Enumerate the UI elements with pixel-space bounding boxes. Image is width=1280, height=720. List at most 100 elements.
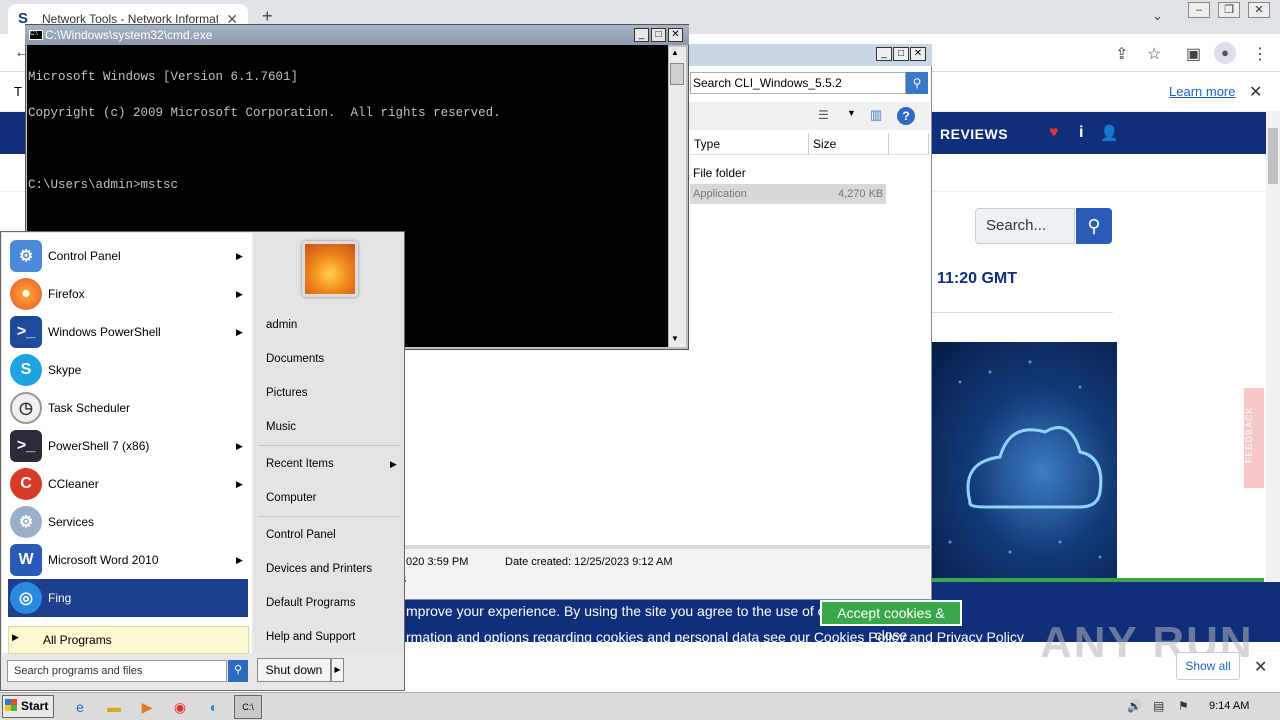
- user-icon[interactable]: 👤: [1100, 124, 1119, 142]
- explorer-minimize-button[interactable]: _: [876, 47, 892, 61]
- tab-search-chevron-icon[interactable]: ⌄: [1152, 8, 1163, 24]
- cmd-close-button[interactable]: ✕: [668, 28, 683, 42]
- edge-icon[interactable]: ◐: [202, 695, 226, 719]
- chrome-icon[interactable]: ◉: [168, 695, 192, 719]
- action-center-flag-icon[interactable]: ⚑: [1178, 699, 1189, 713]
- program-label: Fing: [48, 591, 72, 605]
- content-divider: [930, 312, 1113, 313]
- program-powershell-7[interactable]: >_ PowerShell 7 (x86): [8, 427, 248, 465]
- view-options-icon[interactable]: ☰: [818, 108, 829, 122]
- skype-icon: S: [10, 354, 42, 386]
- file-row-type[interactable]: File folder: [693, 166, 746, 180]
- control-panel-icon: ⚙: [10, 240, 42, 272]
- preview-pane-icon[interactable]: ▥: [870, 107, 882, 123]
- cmd-taskbar-icon[interactable]: C:\: [234, 695, 262, 719]
- explorer-search-input[interactable]: Search CLI_Windows_5.5.2: [690, 72, 906, 94]
- program-windows-powershell[interactable]: >_ Windows PowerShell: [8, 313, 248, 351]
- column-size-header[interactable]: Size: [809, 133, 889, 155]
- program-skype[interactable]: S Skype: [8, 351, 248, 389]
- date-created-value: Date created: 12/25/2023 9:12 AM: [505, 556, 673, 568]
- cmd-minimize-button[interactable]: _: [634, 28, 649, 42]
- taskbar: [0, 692, 1280, 720]
- scroll-down-icon[interactable]: ▼: [671, 334, 679, 343]
- volume-icon[interactable]: 🔊: [1127, 699, 1142, 713]
- fing-icon: ◎: [10, 582, 42, 614]
- program-control-panel[interactable]: ⚙ Control Panel: [8, 237, 248, 275]
- firefox-icon: ●: [10, 278, 42, 310]
- page-scrollbar[interactable]: [1266, 112, 1280, 642]
- explorer-close-button[interactable]: ✕: [910, 47, 926, 61]
- explorer-maximize-button[interactable]: □: [893, 47, 909, 61]
- cloud-network-image: [930, 342, 1117, 578]
- explorer-details-pane: [404, 545, 930, 599]
- learn-more-link[interactable]: Learn more: [1169, 84, 1235, 99]
- downloads-close-icon[interactable]: ✕: [1254, 657, 1267, 677]
- places-control-panel[interactable]: Control Panel: [266, 529, 336, 541]
- start-search-input[interactable]: Search programs and files: [7, 660, 227, 682]
- media-player-icon[interactable]: ▶: [135, 695, 159, 719]
- cmd-scrollbar[interactable]: [668, 47, 686, 347]
- program-firefox[interactable]: ● Firefox: [8, 275, 248, 313]
- site-search-input[interactable]: Search...: [975, 208, 1075, 244]
- places-devices-printers[interactable]: Devices and Printers: [266, 563, 372, 575]
- explorer-toolbar: [688, 102, 930, 130]
- places-separator: [258, 445, 400, 446]
- program-services[interactable]: ⚙ Services: [8, 503, 248, 541]
- folder-icon[interactable]: ▬: [102, 695, 126, 719]
- submenu-arrow-icon: ▶: [236, 251, 243, 261]
- places-pictures[interactable]: Pictures: [266, 387, 308, 399]
- program-label: Firefox: [48, 287, 85, 301]
- program-word-2010[interactable]: W Microsoft Word 2010: [8, 541, 248, 579]
- info-icon[interactable]: i: [1079, 124, 1083, 142]
- column-type-header[interactable]: Type: [690, 133, 809, 155]
- user-picture[interactable]: [302, 241, 358, 297]
- submenu-arrow-icon: ▶: [236, 289, 243, 299]
- site-search-button[interactable]: ⚲: [1076, 208, 1112, 244]
- places-computer[interactable]: Computer: [266, 492, 317, 504]
- infobar-close-icon[interactable]: ✕: [1249, 82, 1262, 102]
- cmd-titlebar[interactable]: C:\Windows\system32\cmd.exe: [25, 25, 689, 45]
- places-user[interactable]: admin: [266, 319, 297, 331]
- side-panel-icon[interactable]: ▣: [1186, 44, 1201, 64]
- bookmark-star-icon[interactable]: ☆: [1147, 44, 1161, 64]
- infobar-text: T: [14, 84, 22, 99]
- start-search-icon[interactable]: ⚲: [228, 660, 248, 682]
- taskbar-clock[interactable]: 9:14 AM: [1209, 700, 1249, 712]
- share-icon[interactable]: ⇪: [1115, 44, 1128, 64]
- view-dropdown-icon[interactable]: ▼: [847, 108, 856, 118]
- close-button[interactable]: ✕: [1248, 2, 1270, 18]
- places-help-support[interactable]: Help and Support: [266, 631, 356, 643]
- menu-kebab-icon[interactable]: ⋮: [1252, 44, 1268, 64]
- minimize-button[interactable]: –: [1188, 2, 1210, 18]
- network-icon[interactable]: ▤: [1153, 699, 1164, 713]
- nav-reviews-link[interactable]: REVIEWS: [940, 126, 1008, 142]
- program-ccleaner[interactable]: C CCleaner: [8, 465, 248, 503]
- restore-button[interactable]: ❐: [1218, 2, 1240, 18]
- ccleaner-icon: C: [10, 468, 42, 500]
- help-icon[interactable]: ?: [897, 107, 915, 125]
- places-documents[interactable]: Documents: [266, 353, 324, 365]
- all-programs-button[interactable]: All Programs: [8, 626, 249, 654]
- profile-avatar-icon[interactable]: ●: [1214, 42, 1236, 64]
- places-music[interactable]: Music: [266, 421, 296, 433]
- program-label: Skype: [48, 363, 82, 377]
- shutdown-options-arrow-icon[interactable]: ▶: [331, 658, 344, 682]
- program-fing[interactable]: ◎ Fing: [8, 579, 248, 617]
- explorer-search-icon[interactable]: ⚲: [906, 72, 928, 94]
- program-task-scheduler[interactable]: ◷ Task Scheduler: [8, 389, 248, 427]
- scroll-up-icon[interactable]: ▲: [671, 48, 679, 57]
- heart-icon[interactable]: ♥: [1049, 124, 1059, 142]
- cmd-scroll-thumb[interactable]: [670, 63, 684, 85]
- page-scroll-thumb[interactable]: [1268, 128, 1278, 184]
- places-recent-items[interactable]: Recent Items: [266, 458, 334, 470]
- ie-icon[interactable]: e: [68, 695, 92, 719]
- column-extra-header[interactable]: [889, 133, 929, 155]
- shutdown-button[interactable]: Shut down: [257, 658, 331, 682]
- feedback-tab[interactable]: FEEDBACK: [1244, 388, 1264, 488]
- windows-flag-icon: [5, 699, 17, 711]
- accept-cookies-button[interactable]: Accept cookies & close: [820, 600, 962, 643]
- cmd-maximize-button[interactable]: □: [651, 28, 666, 42]
- places-default-programs[interactable]: Default Programs: [266, 597, 355, 609]
- downloads-show-all-button[interactable]: Show all: [1176, 652, 1240, 680]
